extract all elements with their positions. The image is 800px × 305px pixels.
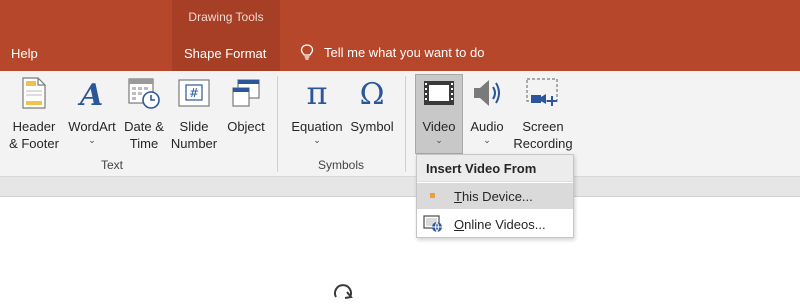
group-separator	[277, 76, 278, 172]
date-time-button[interactable]: Date & Time	[121, 76, 167, 152]
chevron-down-icon: ⌄	[435, 135, 443, 145]
equation-glyph: π	[306, 77, 327, 109]
header-footer-button[interactable]: Header & Footer	[5, 76, 63, 152]
wordart-button[interactable]: A WordArt ⌄	[64, 76, 120, 145]
group-separator	[405, 76, 406, 172]
tell-me-search[interactable]: Tell me what you want to do	[300, 44, 484, 60]
audio-label: Audio	[470, 119, 504, 134]
wordart-label: WordArt	[68, 119, 116, 134]
slide-number-label: Slide Number	[170, 119, 218, 151]
this-device-label: This Device...	[454, 188, 533, 204]
lightbulb-icon	[300, 44, 314, 60]
svg-text:A: A	[77, 78, 103, 109]
slide-number-icon: #	[177, 76, 211, 110]
dropdown-title: Insert Video From	[417, 155, 573, 182]
bullet-icon	[430, 193, 435, 198]
screen-recording-label: Screen Recording	[513, 119, 573, 151]
symbol-button[interactable]: Ω Symbol	[346, 76, 398, 135]
online-video-icon	[423, 215, 442, 233]
omega-icon: Ω	[355, 76, 389, 110]
speaker-icon	[470, 76, 504, 110]
chevron-down-icon: ⌄	[483, 135, 491, 145]
chevron-down-icon: ⌄	[313, 135, 321, 145]
tab-help[interactable]: Help	[11, 46, 38, 61]
contextual-group-title: Drawing Tools	[188, 10, 264, 24]
film-icon	[422, 76, 456, 110]
slide-number-glyph: #	[189, 86, 199, 100]
tell-me-text: Tell me what you want to do	[324, 44, 485, 60]
online-videos-label: Online Videos...	[454, 216, 546, 232]
video-label: Video	[422, 119, 456, 134]
title-bar: Drawing Tools Help Shape Format Tell me …	[0, 0, 800, 71]
slide-number-button[interactable]: # Slide Number	[168, 76, 220, 152]
equation-label: Equation	[291, 119, 343, 134]
slide-canvas[interactable]	[0, 198, 800, 305]
symbol-label: Symbol	[350, 119, 394, 134]
screen-recording-icon	[526, 76, 560, 110]
video-button[interactable]: Video ⌄	[415, 76, 463, 145]
object-button[interactable]: Object	[222, 76, 270, 135]
menu-item-online-videos[interactable]: Online Videos...	[417, 211, 573, 237]
date-time-label: Date & Time	[124, 119, 164, 151]
wordart-icon: A	[75, 76, 109, 110]
symbols-group-label: Symbols	[318, 158, 365, 172]
object-icon	[229, 76, 263, 110]
chevron-down-icon: ⌄	[88, 135, 96, 145]
symbol-glyph: Ω	[360, 77, 385, 109]
equation-button[interactable]: π Equation ⌄	[287, 76, 347, 145]
audio-button[interactable]: Audio ⌄	[464, 76, 510, 145]
insert-video-dropdown: Insert Video From This Device... Online …	[416, 154, 574, 238]
text-group-label: Text	[101, 158, 124, 172]
tab-shape-format[interactable]: Shape Format	[184, 46, 266, 61]
rotate-handle-icon[interactable]	[331, 283, 355, 305]
header-footer-icon	[17, 76, 51, 110]
screen-recording-button[interactable]: Screen Recording	[510, 76, 576, 152]
pi-icon: π	[300, 76, 334, 110]
ribbon-collapse-strip	[0, 177, 800, 197]
menu-item-this-device[interactable]: This Device...	[417, 183, 573, 209]
header-footer-label: Header & Footer	[9, 119, 59, 151]
object-label: Object	[227, 119, 265, 134]
calendar-clock-icon	[127, 76, 161, 110]
